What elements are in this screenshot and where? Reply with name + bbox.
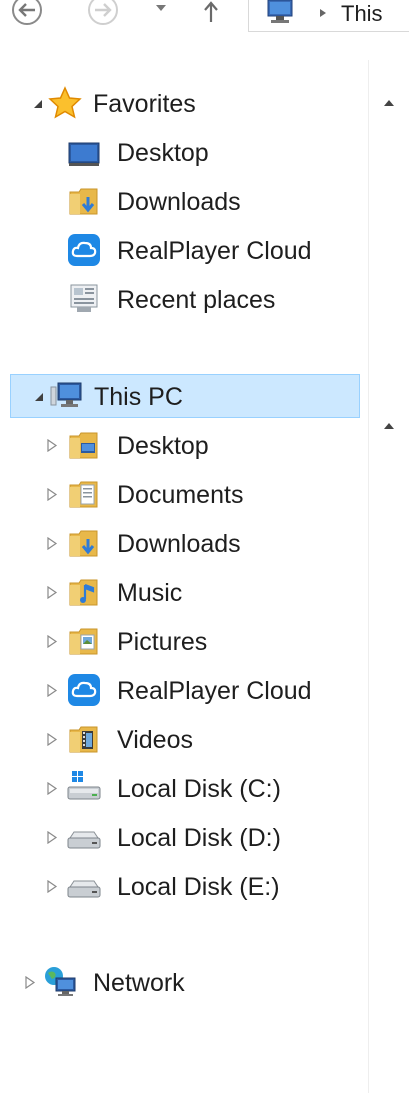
tree-item-label: Network <box>93 969 185 997</box>
back-arrow-icon <box>18 3 35 17</box>
this-pc-icon <box>50 382 82 407</box>
tree-item-network[interactable]: Network <box>10 961 360 1005</box>
music-folder-icon <box>69 579 98 606</box>
system-drive-icon <box>67 771 101 800</box>
up-arrow-icon[interactable] <box>203 0 219 24</box>
tree-item-label: Documents <box>117 481 244 509</box>
tree-item-music[interactable]: Music <box>10 571 360 615</box>
tree-item-label: Music <box>117 579 183 607</box>
tree-item-favorites-recent-places[interactable]: Recent places <box>10 278 360 322</box>
collapsed-triangle-icon[interactable] <box>45 684 59 697</box>
downloads-folder-icon <box>69 530 98 557</box>
navigation-toolbar: This <box>0 0 409 36</box>
realplayer-cloud-icon <box>68 234 100 266</box>
realplayer-cloud-icon <box>68 674 100 706</box>
tree-item-label: Desktop <box>117 432 209 460</box>
tree-item-label: Desktop <box>117 139 209 167</box>
network-icon <box>45 967 76 996</box>
downloads-folder-icon <box>69 188 98 215</box>
tree-item-label: RealPlayer Cloud <box>117 677 312 705</box>
collapsed-triangle-icon[interactable] <box>45 537 59 550</box>
tree-item-label: Local Disk (C:) <box>117 775 281 803</box>
scroll-up-arrow-icon[interactable] <box>384 423 394 429</box>
tree-item-local-disk-d[interactable]: Local Disk (D:) <box>10 816 360 860</box>
collapsed-triangle-icon[interactable] <box>23 976 37 989</box>
tree-item-favorites-downloads[interactable]: Downloads <box>10 180 360 224</box>
tree-item-label: This PC <box>94 383 183 411</box>
collapsed-triangle-icon[interactable] <box>45 782 59 795</box>
address-path-label[interactable]: This <box>341 1 383 27</box>
forward-button[interactable] <box>88 0 118 25</box>
recent-locations-chevron-icon[interactable] <box>155 4 167 12</box>
desktop-folder-icon <box>69 432 98 459</box>
tree-item-favorites-realplayer-cloud[interactable]: RealPlayer Cloud <box>10 229 360 273</box>
tree-item-local-disk-e[interactable]: Local Disk (E:) <box>10 865 360 909</box>
collapsed-triangle-icon[interactable] <box>45 831 59 844</box>
address-bar[interactable]: This <box>248 0 409 32</box>
hard-drive-icon <box>67 831 101 849</box>
tree-item-label: Local Disk (E:) <box>117 873 280 901</box>
collapsed-triangle-icon[interactable] <box>45 586 59 599</box>
pane-divider[interactable] <box>368 60 369 1093</box>
tree-item-label: Videos <box>117 726 193 754</box>
forward-arrow-icon <box>95 3 112 17</box>
computer-icon <box>267 0 293 23</box>
collapsed-triangle-icon[interactable] <box>45 439 59 452</box>
collapsed-triangle-icon[interactable] <box>45 635 59 648</box>
tree-item-realplayer-cloud[interactable]: RealPlayer Cloud <box>10 669 360 713</box>
tree-item-label: Downloads <box>117 530 241 558</box>
tree-item-desktop[interactable]: Desktop <box>10 424 360 468</box>
scroll-up-arrow-icon[interactable] <box>384 100 394 106</box>
expanded-triangle-icon[interactable] <box>32 392 46 402</box>
tree-item-label: Recent places <box>117 286 276 314</box>
back-button[interactable] <box>12 0 42 25</box>
pictures-folder-icon <box>69 628 98 655</box>
videos-folder-icon <box>69 726 98 753</box>
tree-item-local-disk-c[interactable]: Local Disk (C:) <box>10 767 360 811</box>
tree-item-this-pc[interactable]: This PC <box>10 374 360 418</box>
recent-places-icon <box>70 284 98 312</box>
breadcrumb-arrow-icon[interactable] <box>319 8 327 18</box>
tree-item-favorites-desktop[interactable]: Desktop <box>10 131 360 175</box>
tree-item-downloads[interactable]: Downloads <box>10 522 360 566</box>
tree-item-label: Pictures <box>117 628 208 656</box>
tree-item-documents[interactable]: Documents <box>10 473 360 517</box>
hard-drive-icon <box>67 880 101 898</box>
desktop-icon <box>68 142 100 166</box>
tree-item-favorites[interactable]: Favorites <box>10 82 360 126</box>
collapsed-triangle-icon[interactable] <box>45 880 59 893</box>
collapsed-triangle-icon[interactable] <box>45 733 59 746</box>
collapsed-triangle-icon[interactable] <box>45 488 59 501</box>
tree-item-label: Local Disk (D:) <box>117 824 281 852</box>
documents-folder-icon <box>69 481 98 508</box>
tree-item-pictures[interactable]: Pictures <box>10 620 360 664</box>
star-icon <box>48 86 82 119</box>
expanded-triangle-icon[interactable] <box>31 99 45 109</box>
tree-item-label: Favorites <box>93 90 196 118</box>
tree-item-label: Downloads <box>117 188 241 216</box>
tree-item-label: RealPlayer Cloud <box>117 237 312 265</box>
tree-item-videos[interactable]: Videos <box>10 718 360 762</box>
